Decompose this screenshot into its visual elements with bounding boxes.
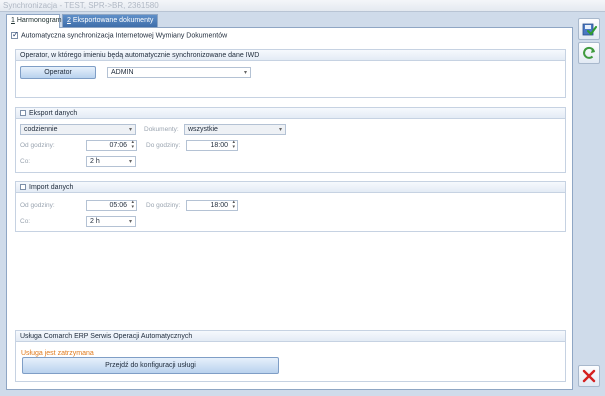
import-every-value: 2 h (90, 218, 100, 225)
export-to-value: 18:00 (210, 142, 228, 149)
tab-eksportowane-accel: 2 (67, 17, 71, 24)
close-icon (582, 369, 596, 383)
operator-select[interactable]: ADMIN ▾ (107, 67, 251, 78)
save-button[interactable] (578, 18, 600, 40)
export-documents-value: wszystkie (188, 126, 218, 133)
chevron-down-icon: ▾ (128, 127, 132, 133)
harmonogram-panel: Automatyczna synchronizacja Internetowej… (6, 27, 573, 390)
operator-button[interactable]: Operator (20, 66, 96, 79)
export-from-label: Od godziny: (20, 142, 55, 149)
tab-harmonogram-accel: 1 (11, 17, 15, 24)
export-documents-label: Dokumenty: (144, 126, 179, 133)
tab-eksportowane-dokumenty[interactable]: 2 Eksportowane dokumenty (62, 14, 158, 27)
import-to-time[interactable]: 18:00 ▴ ▾ (186, 200, 238, 211)
import-group-title: Import danych (29, 184, 74, 191)
export-frequency-select[interactable]: codziennie ▾ (20, 124, 136, 135)
chevron-down-icon: ▾ (243, 70, 247, 76)
import-every-select[interactable]: 2 h ▾ (86, 216, 136, 227)
import-from-time[interactable]: 05:06 ▴ ▾ (86, 200, 137, 211)
save-check-icon (582, 23, 597, 36)
export-checkbox[interactable] (20, 110, 26, 117)
export-frequency-value: codziennie (24, 126, 58, 133)
refresh-icon (583, 46, 595, 59)
export-to-time[interactable]: 18:00 ▴ ▾ (186, 140, 238, 151)
export-every-value: 2 h (90, 158, 100, 165)
spin-updown-icon[interactable]: ▴ ▾ (131, 140, 134, 150)
import-group-header: Import danych (16, 182, 565, 193)
spin-updown-icon[interactable]: ▴ ▾ (131, 200, 134, 210)
export-every-select[interactable]: 2 h ▾ (86, 156, 136, 167)
export-from-value: 07:06 (109, 142, 127, 149)
export-from-time[interactable]: 07:06 ▴ ▾ (86, 140, 137, 151)
import-every-label: Co: (20, 218, 31, 225)
export-group-title: Eksport danych (29, 110, 78, 117)
import-to-value: 18:00 (210, 202, 228, 209)
tab-harmonogram-label: Harmonogram (16, 17, 62, 24)
operator-group-title: Operator, w którego imieniu będą automat… (16, 50, 565, 61)
export-group: Eksport danych codziennie ▾ Dokumenty: w… (15, 107, 566, 173)
tab-eksportowane-label: Eksportowane dokumenty (72, 17, 154, 24)
import-checkbox[interactable] (20, 184, 26, 191)
refresh-button[interactable] (578, 42, 600, 64)
export-documents-select[interactable]: wszystkie ▾ (184, 124, 286, 135)
export-group-header: Eksport danych (16, 108, 565, 119)
import-group: Import danych Od godziny: 05:06 ▴ ▾ Do go… (15, 181, 566, 232)
operator-group: Operator, w którego imieniu będą automat… (15, 49, 566, 98)
import-from-label: Od godziny: (20, 202, 55, 209)
operator-select-value: ADMIN (111, 69, 134, 76)
auto-sync-row: Automatyczna synchronizacja Internetowej… (11, 30, 228, 40)
chevron-down-icon: ▾ (128, 159, 132, 165)
window-title: Synchronizacja - TEST, SPR->BR, 2361580 (3, 1, 159, 10)
chevron-down-icon: ▾ (278, 127, 282, 133)
service-group: Usługa Comarch ERP Serwis Operacji Autom… (15, 330, 566, 382)
export-every-label: Co: (20, 158, 31, 165)
export-to-label: Do godziny: (146, 142, 181, 149)
close-button[interactable] (578, 365, 600, 387)
spin-updown-icon[interactable]: ▴ ▾ (232, 200, 235, 210)
title-bar: Synchronizacja - TEST, SPR->BR, 2361580 (0, 0, 605, 12)
service-group-title: Usługa Comarch ERP Serwis Operacji Autom… (16, 331, 565, 342)
import-from-value: 05:06 (109, 202, 127, 209)
auto-sync-label: Automatyczna synchronizacja Internetowej… (21, 32, 228, 40)
chevron-down-icon: ▾ (128, 219, 132, 225)
spin-updown-icon[interactable]: ▴ ▾ (232, 140, 235, 150)
tab-harmonogram[interactable]: 1 Harmonogram (6, 14, 62, 28)
service-status-text: Usługa jest zatrzymana (21, 350, 94, 357)
auto-sync-checkbox[interactable] (11, 30, 19, 39)
import-to-label: Do godziny: (146, 202, 181, 209)
service-config-button[interactable]: Przejdź do konfiguracji usługi (22, 357, 279, 374)
